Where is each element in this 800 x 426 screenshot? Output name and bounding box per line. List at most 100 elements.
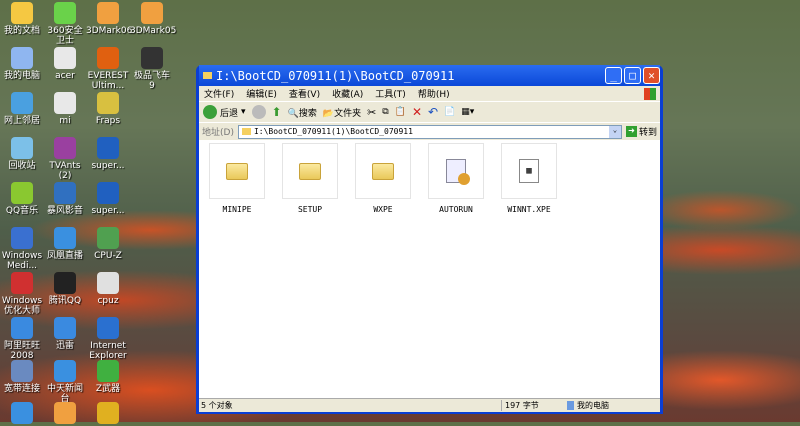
menu-file[interactable]: 文件(F) (204, 87, 234, 100)
back-button[interactable]: 后退 ▾ (203, 105, 246, 119)
folder-icon (299, 162, 321, 180)
address-input[interactable]: I:\BootCD_070911(1)\BootCD_070911 ⌄ (237, 124, 622, 139)
file-name: WXPE (373, 205, 393, 214)
desktop-icon[interactable]: 回收站 (0, 135, 44, 171)
maximize-button[interactable]: □ (624, 67, 641, 84)
desktop-icon[interactable]: 宽带连接 (0, 358, 44, 394)
forward-button[interactable] (251, 105, 266, 119)
views-icon[interactable]: ▦▾ (461, 107, 474, 117)
title-bar[interactable]: I:\BootCD_070911(1)\BootCD_070911 _ □ ✕ (199, 65, 660, 86)
desktop-icon-label: 360安全卫士 (47, 26, 83, 46)
app-icon (11, 182, 33, 204)
app-icon (97, 182, 119, 204)
desktop-icon-label: TVAnts (2) (49, 161, 81, 181)
desktop-icon-label: super... (91, 161, 125, 171)
desktop-icon[interactable] (0, 400, 44, 426)
desktop-icon[interactable]: 迅雷 (43, 315, 87, 351)
desktop-icon[interactable]: 我的电脑 (0, 45, 44, 81)
desktop-icon-label: 暴风影音 (46, 206, 83, 216)
delete-icon[interactable]: ✕ (412, 105, 422, 119)
desktop-icon[interactable]: super... (86, 135, 130, 171)
menu-edit[interactable]: 编辑(E) (246, 87, 277, 100)
folders-button[interactable]: 📂文件夹 (323, 106, 361, 119)
desktop-icon[interactable]: 极品飞车 9 (130, 45, 174, 91)
desktop-icon-label: QQ音乐 (5, 206, 39, 216)
desktop-icon[interactable] (43, 400, 87, 426)
app-icon (11, 92, 33, 114)
up-folder-button[interactable]: ⬆ (272, 105, 282, 119)
desktop-icon[interactable]: 凤凰直播 (43, 225, 87, 261)
file-name: SETUP (297, 205, 323, 214)
desktop-icon[interactable]: mi (43, 90, 87, 126)
folder-icon (226, 162, 248, 180)
desktop-icon[interactable]: EVEREST Ultim... (86, 45, 130, 91)
file-item[interactable]: MINIPE (209, 143, 265, 214)
app-icon (141, 2, 163, 24)
desktop-icon-label: EVEREST Ultim... (87, 71, 129, 91)
desktop-icon[interactable]: QQ音乐 (0, 180, 44, 216)
desktop-icon[interactable]: acer (43, 45, 87, 81)
file-item[interactable]: WXPE (355, 143, 411, 214)
paste-icon[interactable]: 📋 (395, 107, 406, 117)
chevron-down-icon[interactable]: ⌄ (608, 125, 621, 138)
address-value: I:\BootCD_070911(1)\BootCD_070911 (253, 127, 413, 136)
folder-icon (372, 162, 394, 180)
go-button[interactable]: ➜ 转到 (625, 125, 657, 138)
desktop-icon[interactable]: Windows 优化大师 (0, 270, 44, 316)
menu-tools[interactable]: 工具(T) (375, 87, 406, 100)
menu-favorites[interactable]: 收藏(A) (332, 87, 363, 100)
desktop-icon[interactable]: Internet Explorer (86, 315, 130, 361)
desktop-icon[interactable]: 阿里旺旺 2008 (0, 315, 44, 361)
app-icon (97, 272, 119, 294)
properties-icon[interactable]: 📄 (444, 107, 455, 117)
app-icon (11, 272, 33, 294)
desktop-icon[interactable]: cpuz (86, 270, 130, 306)
app-icon (97, 317, 119, 339)
desktop-icon-label: 凤凰直播 (46, 251, 83, 261)
file-item[interactable]: ▦ WINNT.XPE (501, 143, 557, 214)
app-icon (97, 227, 119, 249)
desktop-icon[interactable]: 网上邻居 (0, 90, 44, 126)
desktop-icon-label: 回收站 (8, 161, 36, 171)
desktop-icon-label: 宽带连接 (3, 384, 40, 394)
file-item[interactable]: AUTORUN (428, 143, 484, 214)
address-label: 地址(D) (202, 128, 234, 138)
desktop-icon[interactable]: 中天新闻台 (43, 358, 87, 404)
app-icon (11, 137, 33, 159)
undo-icon[interactable]: ↶ (428, 105, 438, 119)
desktop-icon[interactable]: Windows Medi... (0, 225, 44, 271)
desktop-icon[interactable]: 3DMark06 (86, 0, 132, 36)
desktop-icon[interactable]: 3DMark05 (130, 0, 176, 36)
close-button[interactable]: ✕ (643, 67, 660, 84)
desktop-icon[interactable] (86, 400, 130, 426)
desktop-icon[interactable]: TVAnts (2) (43, 135, 87, 181)
desktop-icon[interactable]: 腾讯QQ (43, 270, 87, 306)
menu-bar: 文件(F) 编辑(E) 查看(V) 收藏(A) 工具(T) 帮助(H) (199, 86, 660, 101)
file-name: AUTORUN (439, 205, 473, 214)
cut-icon[interactable]: ✂ (367, 106, 376, 119)
desktop-icon[interactable]: Z武器 (86, 358, 130, 394)
app-icon (11, 317, 33, 339)
app-icon (11, 402, 33, 424)
status-size: 197 字节 (501, 400, 561, 411)
folder-icon (203, 72, 212, 79)
copy-icon[interactable]: ⧉ (382, 107, 388, 117)
file-item[interactable]: SETUP (282, 143, 338, 214)
menu-view[interactable]: 查看(V) (289, 87, 320, 100)
file-name: WINNT.XPE (507, 205, 551, 214)
search-label: 搜索 (298, 108, 317, 119)
app-icon (11, 360, 33, 382)
desktop-icon[interactable]: 我的文档 (0, 0, 44, 36)
windows-logo-icon (644, 87, 656, 100)
desktop-icon[interactable]: super... (86, 180, 130, 216)
search-button[interactable]: 🔍搜索 (288, 106, 317, 119)
desktop-icon[interactable]: 暴风影音 (43, 180, 87, 216)
status-location: 我的电脑 (577, 401, 609, 410)
desktop-icon[interactable]: CPU-Z (86, 225, 130, 261)
desktop-icon[interactable]: 360安全卫士 (43, 0, 87, 46)
desktop-icon[interactable]: Fraps (86, 90, 130, 126)
desktop-icon-label: mi (59, 116, 71, 126)
minimize-button[interactable]: _ (605, 67, 622, 84)
app-icon (97, 360, 119, 382)
menu-help[interactable]: 帮助(H) (418, 87, 450, 100)
